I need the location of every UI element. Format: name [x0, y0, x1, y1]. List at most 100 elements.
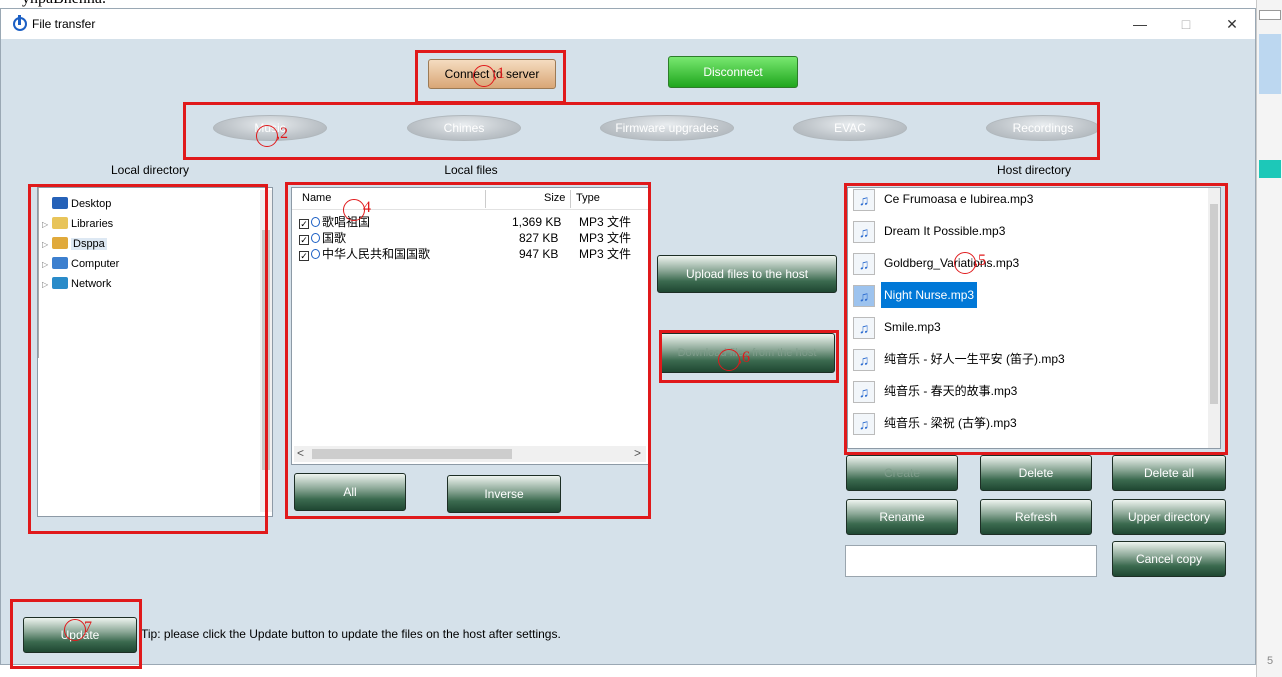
- rename-button[interactable]: Rename: [846, 499, 958, 535]
- file-checkbox[interactable]: ✓: [299, 235, 309, 245]
- tree-item-label: Libraries: [71, 218, 114, 230]
- document-fragment-text: ynpaBnenna.: [22, 0, 106, 8]
- inverse-selection-button[interactable]: Inverse: [447, 475, 561, 513]
- libraries-folder-icon: [52, 217, 68, 229]
- scroll-left-arrow[interactable]: <: [297, 446, 304, 460]
- tree-item-libraries[interactable]: ▷ Libraries: [42, 214, 113, 234]
- host-directory-list[interactable]: ♫ Ce Frumoasa e Iubirea.mp3 ♫ Dream It Pos…: [847, 187, 1221, 449]
- strip-digit: 5: [1266, 655, 1274, 667]
- tree-vertical-scrollbar[interactable]: [260, 190, 272, 512]
- music-note-icon: ♫: [853, 413, 875, 435]
- local-files-list[interactable]: Name Size Type ✓ 歌唱祖国 1,369 KB MP3 文件 ✓ 国歌…: [291, 187, 649, 465]
- expand-arrow-icon[interactable]: ▷: [42, 255, 52, 275]
- file-list-header: Name Size Type: [292, 188, 648, 210]
- file-name: 歌唱祖国: [322, 215, 371, 229]
- tree-item-label: Computer: [71, 258, 120, 270]
- host-file-name: 纯音乐 - 春天的故事.mp3: [884, 384, 1018, 398]
- tree-item-label: Network: [71, 278, 112, 290]
- maximize-button[interactable]: □: [1163, 13, 1209, 35]
- files-scroll-thumb[interactable]: [312, 449, 512, 459]
- file-size: 1,369 KB: [512, 215, 562, 229]
- audio-file-icon: [311, 249, 320, 259]
- close-button[interactable]: ✕: [1209, 13, 1255, 35]
- app-power-icon: [13, 15, 27, 31]
- category-chimes-button[interactable]: Chimes: [407, 115, 521, 141]
- connect-to-server-button[interactable]: Connect to server: [428, 59, 556, 89]
- select-all-button[interactable]: All: [294, 473, 406, 511]
- column-name[interactable]: Name: [302, 188, 331, 208]
- host-file-name: 纯音乐 - 梁祝 (古筝).mp3: [884, 416, 1017, 430]
- column-separator[interactable]: [485, 190, 486, 208]
- delete-all-button[interactable]: Delete all: [1112, 455, 1226, 491]
- local-files-header: Local files: [444, 163, 498, 177]
- network-icon: [52, 277, 68, 289]
- delete-button[interactable]: Delete: [980, 455, 1092, 491]
- category-music-button[interactable]: Music: [213, 115, 327, 141]
- host-file-name: Night Nurse.mp3: [881, 282, 978, 308]
- host-directory-header: Host directory: [996, 163, 1072, 177]
- download-files-button[interactable]: Download files from the host: [659, 333, 835, 373]
- file-name: 中华人民共和国国歌: [322, 247, 431, 261]
- file-checkbox[interactable]: ✓: [299, 251, 309, 261]
- tip-text: Tip: please click the Update button to u…: [141, 627, 561, 641]
- host-vertical-scrollbar[interactable]: [1208, 188, 1220, 448]
- file-type: MP3 文件: [579, 231, 632, 245]
- music-note-icon: ♫: [853, 189, 875, 211]
- minimize-button[interactable]: —: [1117, 13, 1163, 35]
- copy-path-field[interactable]: [845, 545, 1097, 577]
- refresh-button[interactable]: Refresh: [980, 499, 1092, 535]
- user-folder-icon: [52, 237, 68, 249]
- disconnect-button[interactable]: Disconnect: [668, 56, 798, 88]
- upload-files-button[interactable]: Upload files to the host: [657, 255, 837, 293]
- host-file-name: Ce Frumoasa e Iubirea.mp3: [884, 192, 1034, 206]
- document-fragment: ynpaBnenna.: [0, 0, 1282, 8]
- tree-item-desktop[interactable]: Desktop: [42, 194, 111, 214]
- host-scroll-thumb[interactable]: [1210, 204, 1218, 404]
- upper-directory-button[interactable]: Upper directory: [1112, 499, 1226, 535]
- column-type[interactable]: Type: [576, 188, 600, 208]
- update-button[interactable]: Update: [23, 617, 137, 653]
- scroll-right-arrow[interactable]: >: [634, 446, 641, 460]
- strip-highlight: [1259, 34, 1281, 94]
- file-row[interactable]: ✓ 中华人民共和国国歌 947 KB MP3 文件: [299, 246, 644, 262]
- local-directory-tree[interactable]: Desktop ▷ Libraries ▷ Dsppa ▷ Computer ▷ Net…: [37, 187, 273, 517]
- host-file-name: Goldberg_Variations.mp3: [884, 256, 1020, 270]
- tree-scroll-thumb[interactable]: [262, 230, 270, 470]
- music-note-icon: ♫: [853, 381, 875, 403]
- column-size[interactable]: Size: [544, 188, 565, 208]
- category-firmware-upgrades-button[interactable]: Firmware upgrades: [600, 115, 734, 141]
- music-note-icon: ♫: [853, 253, 875, 275]
- category-evac-button[interactable]: EVAC: [793, 115, 907, 141]
- file-size: 947 KB: [519, 247, 559, 261]
- file-row[interactable]: ✓ 国歌 827 KB MP3 文件: [299, 230, 644, 246]
- file-size: 827 KB: [519, 231, 559, 245]
- tree-item-computer[interactable]: ▷ Computer: [42, 254, 119, 274]
- music-note-icon: ♫: [853, 285, 875, 307]
- create-button[interactable]: Create: [846, 455, 958, 491]
- category-recordings-button[interactable]: Recordings: [986, 115, 1100, 141]
- tree-item-label: Desktop: [71, 198, 112, 210]
- window-title: File transfer: [32, 17, 96, 31]
- background-window-strip: 5: [1256, 0, 1282, 677]
- music-note-icon: ♫: [853, 349, 875, 371]
- file-checkbox[interactable]: ✓: [299, 219, 309, 229]
- expand-arrow-icon[interactable]: ▷: [42, 215, 52, 235]
- tree-item-network[interactable]: ▷ Network: [42, 274, 111, 294]
- cancel-copy-button[interactable]: Cancel copy: [1112, 541, 1226, 577]
- expand-arrow-icon[interactable]: ▷: [42, 275, 52, 295]
- file-transfer-window: File transfer — □ ✕ Connect to server Di…: [0, 8, 1256, 669]
- audio-file-icon: [311, 217, 320, 227]
- title-bar: File transfer — □ ✕: [1, 9, 1255, 39]
- strip-button: [1259, 10, 1281, 20]
- tree-item-dsppa[interactable]: ▷ Dsppa: [42, 234, 107, 254]
- column-separator[interactable]: [570, 190, 571, 208]
- file-type: MP3 文件: [579, 215, 632, 229]
- host-file-name: Smile.mp3: [884, 320, 941, 334]
- files-horizontal-scrollbar[interactable]: < >: [294, 446, 646, 462]
- tree-guide-line: [38, 188, 39, 358]
- file-row[interactable]: ✓ 歌唱祖国 1,369 KB MP3 文件: [299, 214, 644, 230]
- music-note-icon: ♫: [853, 317, 875, 339]
- expand-arrow-icon[interactable]: ▷: [42, 235, 52, 255]
- host-file-name: Dream It Possible.mp3: [884, 224, 1006, 238]
- strip-accent: [1259, 160, 1281, 178]
